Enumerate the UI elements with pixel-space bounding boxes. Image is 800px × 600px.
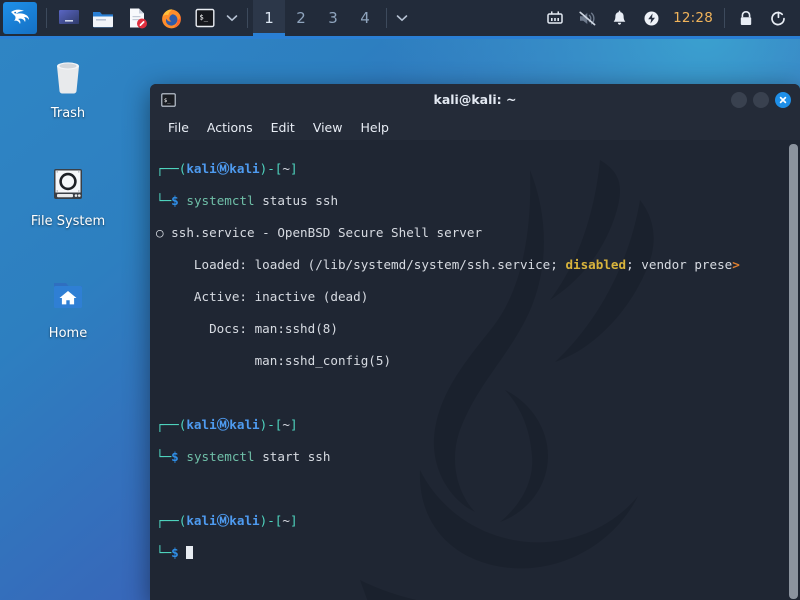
trash-icon — [44, 52, 92, 100]
workspace-4[interactable]: 4 — [349, 0, 381, 36]
svg-text:$_: $_ — [199, 13, 208, 22]
terminal-icon[interactable]: $_ — [191, 4, 219, 32]
desktop-icon-label: Trash — [50, 106, 86, 121]
panel-separator-3 — [386, 8, 387, 28]
terminal-body[interactable]: ┌──(kaliⓂkali)-[~] └─$ systemctl status … — [150, 140, 800, 600]
terminal-line: ┌──(kaliⓂkali)-[~] — [156, 161, 298, 176]
text-editor-icon[interactable] — [123, 4, 151, 32]
terminal-menubar: File Actions Edit View Help — [150, 115, 800, 140]
terminal-output[interactable]: ┌──(kaliⓂkali)-[~] └─$ systemctl status … — [150, 140, 800, 593]
power-icon[interactable] — [638, 5, 664, 31]
desktop-icon-trash[interactable]: Trash — [20, 52, 116, 121]
maximize-button[interactable] — [753, 91, 769, 108]
close-button[interactable] — [775, 91, 791, 108]
terminal-line: ○ ssh.service - OpenBSD Secure Shell ser… — [156, 225, 483, 240]
terminal-scrollbar[interactable] — [789, 144, 798, 599]
menu-edit[interactable]: Edit — [263, 118, 303, 137]
svg-text:$_: $_ — [164, 98, 171, 104]
terminal-line: Docs: man:sshd(8) — [156, 321, 338, 336]
terminal-line: Active: inactive (dead) — [156, 289, 369, 304]
terminal-line: └─$ systemctl status ssh — [156, 193, 339, 208]
panel-separator-1 — [46, 8, 47, 28]
window-title: kali@kali: ~ — [433, 92, 517, 107]
terminal-window-icon: $_ — [160, 92, 176, 108]
panel-separator-2 — [247, 8, 248, 28]
terminal-line: └─$ — [156, 545, 800, 561]
desktop-icon-file-system[interactable]: File System — [20, 160, 116, 229]
minimize-button[interactable] — [731, 91, 747, 108]
firefox-icon[interactable] — [157, 4, 185, 32]
workspace-chevron-down-icon[interactable] — [392, 4, 412, 32]
workspace-3[interactable]: 3 — [317, 0, 349, 36]
logout-icon[interactable] — [765, 5, 791, 31]
terminal-line: ┌──(kaliⓂkali)-[~] — [156, 417, 298, 432]
menu-actions[interactable]: Actions — [199, 118, 261, 137]
menu-help[interactable]: Help — [352, 118, 397, 137]
show-desktop-icon[interactable] — [55, 4, 83, 32]
terminal-line: Loaded: loaded (/lib/systemd/system/ssh.… — [156, 257, 740, 272]
launcher-chevron-down-icon[interactable] — [222, 4, 242, 32]
menu-view[interactable]: View — [305, 118, 351, 137]
terminal-cursor — [186, 546, 194, 559]
taskbar-panel: $_ 1 2 3 4 12:28 — [0, 0, 800, 36]
kali-menu-button[interactable] — [3, 2, 37, 34]
panel-separator-4 — [724, 8, 725, 28]
terminal-line: man:sshd_config(5) — [156, 353, 392, 368]
terminal-scrollbar-thumb[interactable] — [789, 144, 798, 599]
workspace-2[interactable]: 2 — [285, 0, 317, 36]
home-folder-icon — [44, 272, 92, 320]
desktop-icon-label: Home — [48, 326, 88, 341]
desktop[interactable]: $_ 1 2 3 4 12:28 Trash File System Home … — [0, 0, 800, 600]
terminal-line: ┌──(kaliⓂkali)-[~] — [156, 513, 298, 528]
file-manager-icon[interactable] — [89, 4, 117, 32]
desktop-icon-label: File System — [30, 214, 106, 229]
clock[interactable]: 12:28 — [667, 10, 719, 26]
terminal-window[interactable]: $_ kali@kali: ~ File Actions Edit View H… — [150, 84, 800, 600]
file-system-icon — [44, 160, 92, 208]
workspace-1[interactable]: 1 — [253, 0, 285, 36]
network-icon[interactable] — [542, 5, 568, 31]
terminal-line: └─$ systemctl start ssh — [156, 449, 331, 464]
menu-file[interactable]: File — [160, 118, 197, 137]
lock-screen-icon[interactable] — [733, 5, 759, 31]
desktop-icon-home[interactable]: Home — [20, 272, 116, 341]
workspace-switcher: 1 2 3 4 — [253, 0, 381, 36]
notification-bell-icon[interactable] — [606, 5, 632, 31]
terminal-titlebar[interactable]: $_ kali@kali: ~ — [150, 84, 800, 115]
volume-muted-icon[interactable] — [574, 5, 600, 31]
panel-accent-bar — [0, 36, 800, 39]
